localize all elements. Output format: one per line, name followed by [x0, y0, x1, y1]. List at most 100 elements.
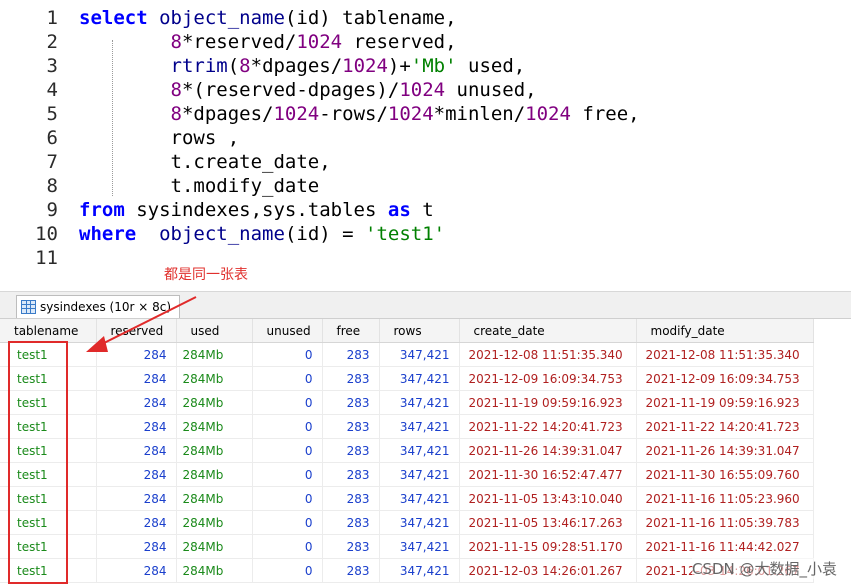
cell-used[interactable]: 284Mb	[176, 486, 253, 511]
cell-create_date[interactable]: 2021-11-30 16:52:47.477	[459, 462, 637, 487]
cell-reserved[interactable]: 284	[96, 534, 177, 559]
cell-used[interactable]: 284Mb	[176, 438, 253, 463]
cell-modify_date[interactable]: 2021-11-22 14:20:41.723	[636, 414, 814, 439]
cell-modify_date[interactable]: 2021-11-19 09:59:16.923	[636, 390, 814, 415]
table-row[interactable]: test1 284 284Mb 0 283 347,421 2021-11-05 13:46…	[0, 510, 814, 535]
cell-create_date[interactable]: 2021-12-03 14:26:01.267	[459, 558, 637, 583]
cell-used[interactable]: 284Mb	[176, 558, 253, 583]
column-header-unused[interactable]: unused	[252, 319, 323, 343]
cell-rows[interactable]: 347,421	[379, 366, 460, 391]
cell-unused[interactable]: 0	[252, 558, 323, 583]
tab-sysindexes[interactable]: sysindexes (10r × 8c)	[16, 295, 180, 318]
cell-free[interactable]: 283	[322, 558, 380, 583]
cell-unused[interactable]: 0	[252, 366, 323, 391]
cell-rows[interactable]: 347,421	[379, 534, 460, 559]
cell-used[interactable]: 284Mb	[176, 342, 253, 367]
cell-create_date[interactable]: 2021-11-22 14:20:41.723	[459, 414, 637, 439]
table-row[interactable]: test1 284 284Mb 0 283 347,421 2021-12-08 11:51…	[0, 342, 814, 367]
cell-tablename[interactable]: test1	[0, 414, 97, 439]
cell-modify_date[interactable]: 2021-11-16 11:05:23.960	[636, 486, 814, 511]
column-header-free[interactable]: free	[322, 319, 380, 343]
cell-free[interactable]: 283	[322, 510, 380, 535]
cell-create_date[interactable]: 2021-11-15 09:28:51.170	[459, 534, 637, 559]
cell-modify_date[interactable]: 2021-12-09 16:09:34.753	[636, 366, 814, 391]
cell-create_date[interactable]: 2021-11-26 14:39:31.047	[459, 438, 637, 463]
cell-modify_date[interactable]: 2021-11-16 11:05:39.783	[636, 510, 814, 535]
cell-tablename[interactable]: test1	[0, 438, 97, 463]
cell-rows[interactable]: 347,421	[379, 486, 460, 511]
cell-modify_date[interactable]: 2021-11-16 11:44:42.027	[636, 534, 814, 559]
cell-tablename[interactable]: test1	[0, 462, 97, 487]
cell-unused[interactable]: 0	[252, 462, 323, 487]
cell-rows[interactable]: 347,421	[379, 414, 460, 439]
column-header-modify_date[interactable]: modify_date	[636, 319, 814, 343]
column-header-used[interactable]: used	[176, 319, 253, 343]
table-row[interactable]: test1 284 284Mb 0 283 347,421 2021-11-22 14:20…	[0, 414, 814, 439]
column-header-reserved[interactable]: reserved	[96, 319, 177, 343]
cell-tablename[interactable]: test1	[0, 510, 97, 535]
cell-used[interactable]: 284Mb	[176, 390, 253, 415]
cell-used[interactable]: 284Mb	[176, 510, 253, 535]
sql-editor[interactable]: 1 select object_name(id) tablename, 2 8*re…	[0, 0, 851, 292]
cell-unused[interactable]: 0	[252, 390, 323, 415]
cell-unused[interactable]: 0	[252, 414, 323, 439]
column-header-rows[interactable]: rows	[379, 319, 460, 343]
cell-create_date[interactable]: 2021-12-08 11:51:35.340	[459, 342, 637, 367]
cell-reserved[interactable]: 284	[96, 510, 177, 535]
cell-rows[interactable]: 347,421	[379, 342, 460, 367]
results-grid[interactable]: tablename reserved used unused free rows creat…	[0, 319, 851, 585]
cell-used[interactable]: 284Mb	[176, 462, 253, 487]
cell-rows[interactable]: 347,421	[379, 462, 460, 487]
cell-reserved[interactable]: 284	[96, 486, 177, 511]
cell-used[interactable]: 284Mb	[176, 366, 253, 391]
cell-reserved[interactable]: 284	[96, 342, 177, 367]
cell-reserved[interactable]: 284	[96, 366, 177, 391]
table-row[interactable]: test1 284 284Mb 0 283 347,421 2021-11-26 14:39…	[0, 438, 814, 463]
cell-reserved[interactable]: 284	[96, 558, 177, 583]
cell-reserved[interactable]: 284	[96, 438, 177, 463]
cell-tablename[interactable]: test1	[0, 390, 97, 415]
cell-rows[interactable]: 347,421	[379, 510, 460, 535]
column-header-create_date[interactable]: create_date	[459, 319, 637, 343]
cell-modify_date[interactable]: 2021-12-08 11:51:35.340	[636, 342, 814, 367]
cell-create_date[interactable]: 2021-11-05 13:46:17.263	[459, 510, 637, 535]
cell-modify_date[interactable]: 2021-11-30 16:55:09.760	[636, 462, 814, 487]
cell-tablename[interactable]: test1	[0, 558, 97, 583]
cell-free[interactable]: 283	[322, 390, 380, 415]
cell-free[interactable]: 283	[322, 414, 380, 439]
cell-unused[interactable]: 0	[252, 510, 323, 535]
cell-free[interactable]: 283	[322, 366, 380, 391]
code-token: 8	[170, 79, 182, 101]
table-row[interactable]: test1 284 284Mb 0 283 347,421 2021-11-05 13:43…	[0, 486, 814, 511]
cell-free[interactable]: 283	[322, 462, 380, 487]
cell-create_date[interactable]: 2021-11-19 09:59:16.923	[459, 390, 637, 415]
cell-reserved[interactable]: 284	[96, 414, 177, 439]
cell-reserved[interactable]: 284	[96, 390, 177, 415]
cell-reserved[interactable]: 284	[96, 462, 177, 487]
cell-free[interactable]: 283	[322, 534, 380, 559]
table-row[interactable]: test1 284 284Mb 0 283 347,421 2021-11-19 09:59…	[0, 390, 814, 415]
cell-create_date[interactable]: 2021-11-05 13:43:10.040	[459, 486, 637, 511]
cell-used[interactable]: 284Mb	[176, 534, 253, 559]
column-header-tablename[interactable]: tablename	[0, 319, 97, 343]
cell-unused[interactable]: 0	[252, 438, 323, 463]
cell-unused[interactable]: 0	[252, 486, 323, 511]
cell-rows[interactable]: 347,421	[379, 390, 460, 415]
cell-create_date[interactable]: 2021-12-09 16:09:34.753	[459, 366, 637, 391]
cell-tablename[interactable]: test1	[0, 534, 97, 559]
cell-tablename[interactable]: test1	[0, 342, 97, 367]
cell-rows[interactable]: 347,421	[379, 438, 460, 463]
cell-tablename[interactable]: test1	[0, 486, 97, 511]
cell-used[interactable]: 284Mb	[176, 414, 253, 439]
table-row[interactable]: test1 284 284Mb 0 283 347,421 2021-11-15 09:28…	[0, 534, 814, 559]
cell-free[interactable]: 283	[322, 438, 380, 463]
table-row[interactable]: test1 284 284Mb 0 283 347,421 2021-11-30 16:52…	[0, 462, 814, 487]
cell-modify_date[interactable]: 2021-11-26 14:39:31.047	[636, 438, 814, 463]
table-row[interactable]: test1 284 284Mb 0 283 347,421 2021-12-09 16:09…	[0, 366, 814, 391]
cell-unused[interactable]: 0	[252, 342, 323, 367]
cell-unused[interactable]: 0	[252, 534, 323, 559]
cell-tablename[interactable]: test1	[0, 366, 97, 391]
cell-free[interactable]: 283	[322, 486, 380, 511]
cell-rows[interactable]: 347,421	[379, 558, 460, 583]
cell-free[interactable]: 283	[322, 342, 380, 367]
